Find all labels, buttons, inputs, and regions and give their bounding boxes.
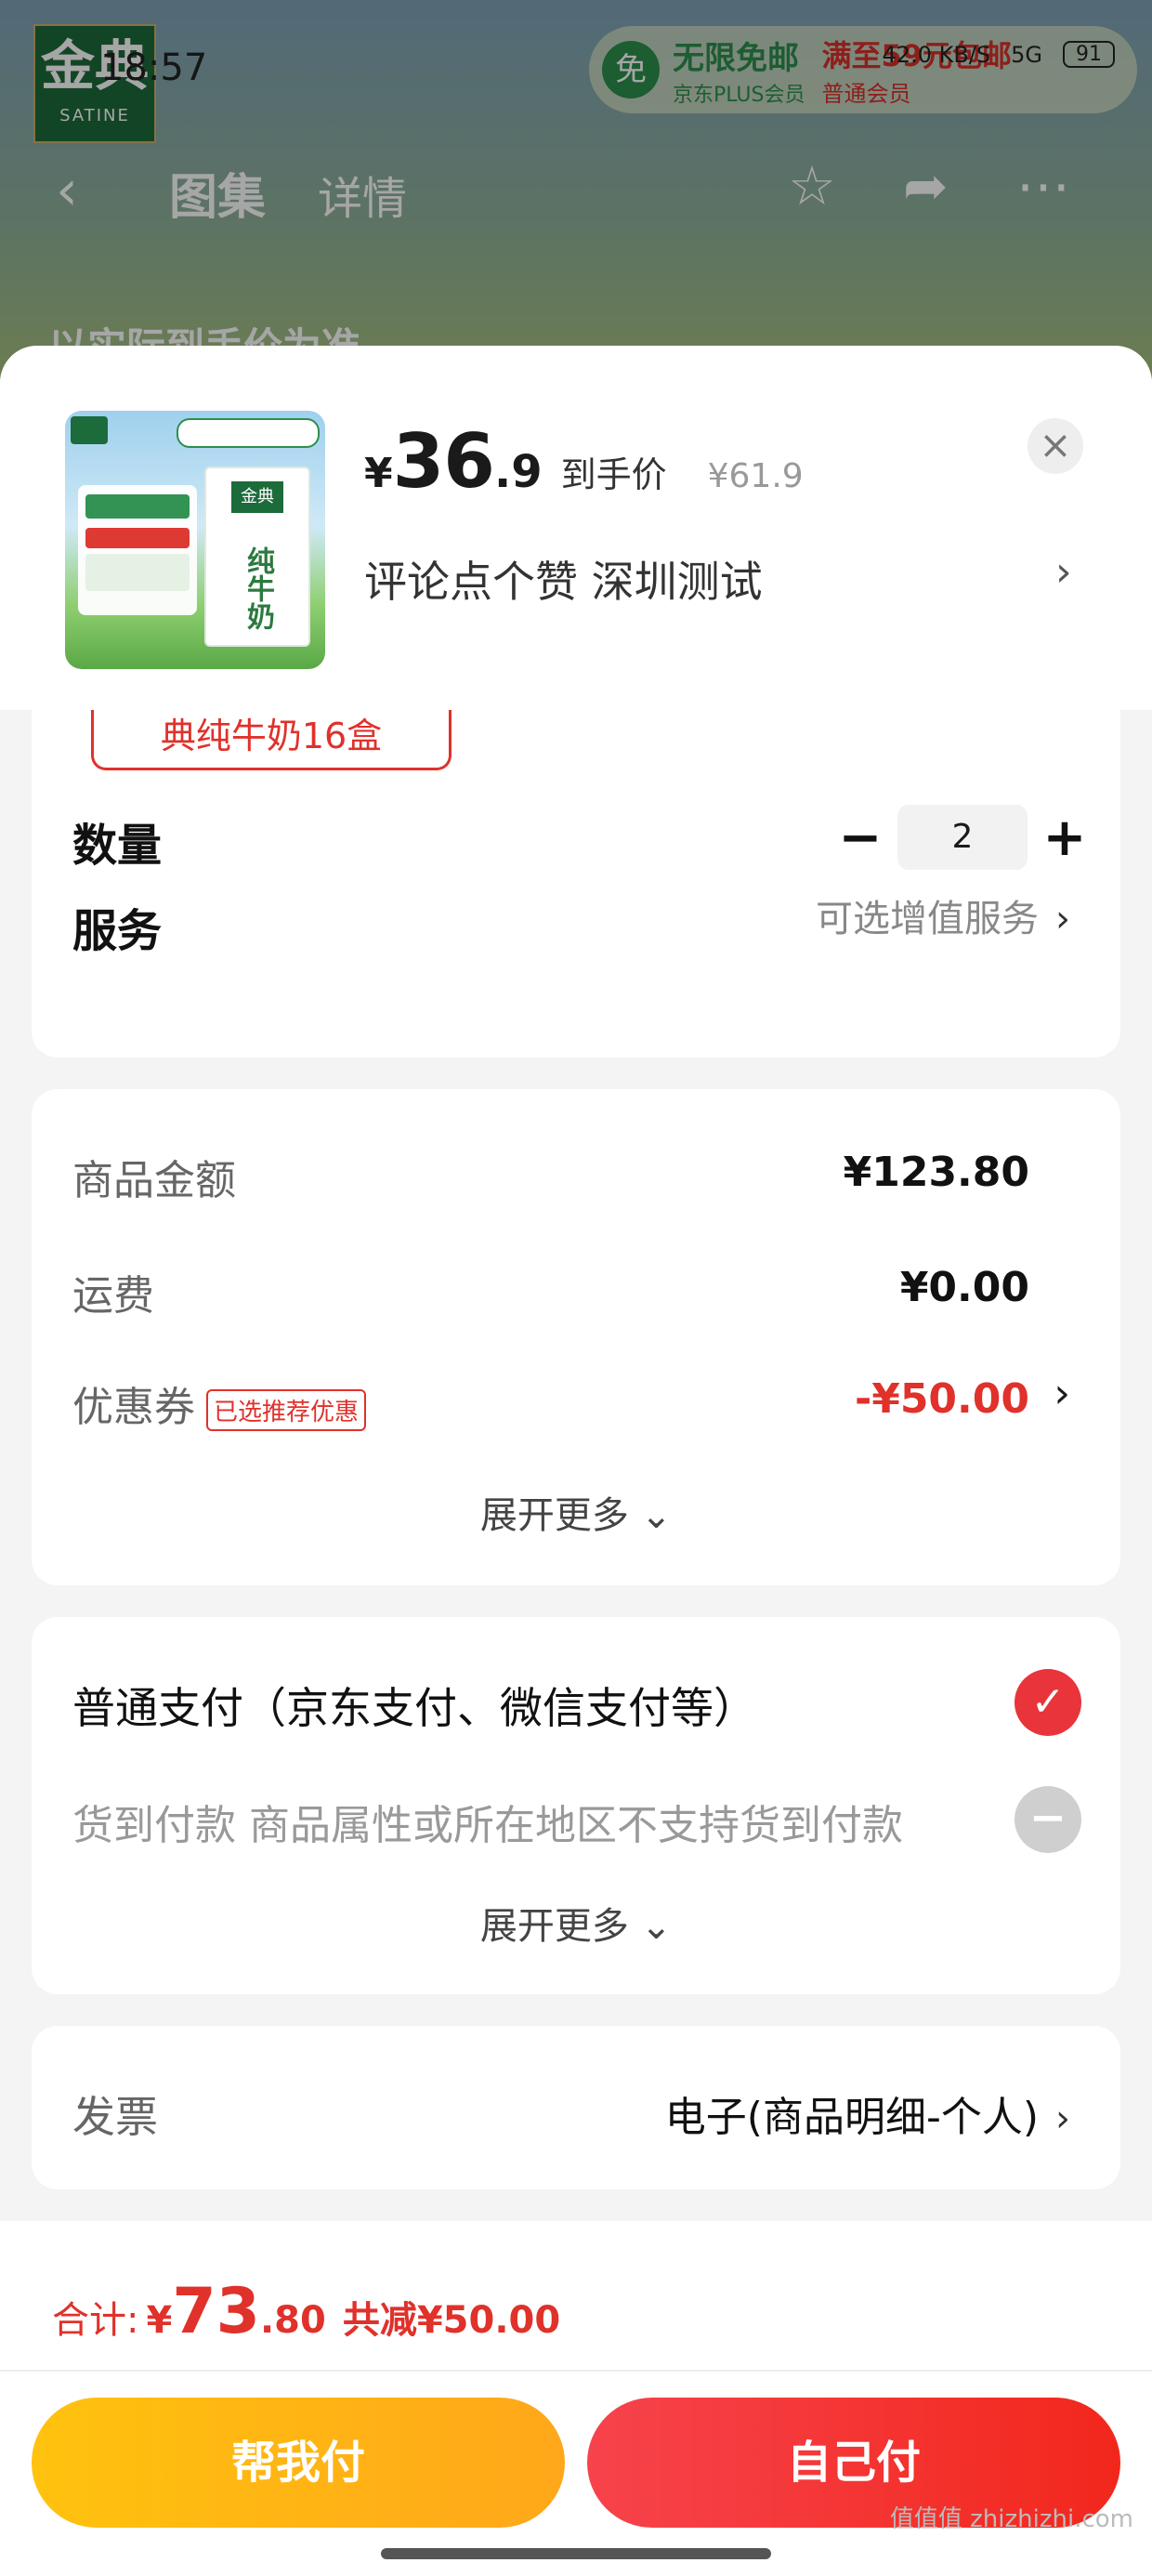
invoice-label: 发票 [72, 2092, 158, 2142]
total-line: 合计: ¥ 73 .80 共减¥50.00 [52, 2275, 560, 2348]
thumb-bar [85, 528, 190, 548]
payment-option-cod: 货到付款 商品属性或所在地区不支持货到付款 [72, 1802, 903, 1849]
goods-amount-value: ¥123.80 [843, 1149, 1029, 1196]
chevron-right-icon: › [1055, 898, 1070, 940]
selected-spec[interactable]: 评论点个赞 深圳测试 [364, 548, 763, 610]
dim-overlay[interactable] [0, 0, 1152, 390]
disabled-icon: − [1015, 1786, 1081, 1853]
goods-amount-label: 商品金额 [72, 1157, 236, 1204]
chevron-right-icon[interactable]: › [1055, 548, 1072, 596]
total-decimal: .80 [259, 2299, 326, 2342]
selection-card: 典纯牛奶16盒 数量 − 2 + 服务 可选增值服务 › [32, 710, 1120, 1058]
plus-button[interactable]: + [1028, 808, 1102, 868]
milk-box: 金典 纯牛奶 [204, 467, 310, 647]
original-price: ¥61.9 [707, 457, 804, 495]
product-header: 金典 纯牛奶 ¥ 36 .9 到手价 ¥61.9 × 评论点个赞 深圳测试 › [0, 346, 1152, 710]
thumb-bar [85, 494, 190, 519]
quantity-label: 数量 [72, 820, 163, 872]
payment-option-normal[interactable]: 普通支付（京东支付、微信支付等） [72, 1675, 756, 1736]
minus-button[interactable]: − [823, 808, 897, 868]
price-symbol: ¥ [364, 450, 393, 497]
chevron-right-icon[interactable]: › [1054, 1370, 1070, 1417]
shipping-label: 运费 [72, 1272, 154, 1320]
invoice-value: 电子(商品明细-个人) [664, 2094, 1039, 2141]
watermark: 值值值 zhizhizhi.com [889, 2505, 1133, 2533]
amount-summary-card: 商品金额 ¥123.80 运费 ¥0.00 优惠券 已选推荐优惠 -¥50.00 … [32, 1089, 1120, 1585]
total-label: 合计: [52, 2299, 139, 2342]
chevron-right-icon: › [1055, 2097, 1070, 2140]
divider [0, 2370, 1152, 2372]
chevron-down-icon: ⌄ [640, 1494, 673, 1537]
price-label: 到手价 [560, 454, 667, 495]
milk-box-label: 纯牛奶 [242, 546, 274, 630]
help-pay-button[interactable]: 帮我付 [32, 2398, 565, 2528]
milk-box-logo: 金典 [231, 481, 283, 513]
background-page: 金典 SATINE 18:57 免 无限免邮 京东PLUS会员 满至59元包邮 … [0, 0, 1152, 390]
home-indicator[interactable] [381, 2548, 771, 2559]
shipping-value: ¥0.00 [899, 1264, 1029, 1311]
thumb-panel [78, 485, 197, 615]
price-row: ¥ 36 .9 到手价 ¥61.9 [364, 418, 804, 505]
expand-more-label: 展开更多 [479, 1905, 629, 1948]
coupon-label: 优惠券 [72, 1384, 195, 1431]
checked-icon[interactable]: ✓ [1015, 1669, 1081, 1736]
price-decimal: .9 [493, 446, 543, 498]
thumb-logo [71, 416, 108, 444]
coupon-badge: 已选推荐优惠 [206, 1388, 367, 1431]
invoice-selector[interactable]: 电子(商品明细-个人) › [665, 2083, 1070, 2143]
spec-chip[interactable]: 典纯牛奶16盒 [91, 710, 452, 770]
expand-more-payment[interactable]: 展开更多 ⌄ [32, 1896, 1120, 1950]
quantity-stepper: − 2 + [823, 805, 1102, 870]
quantity-input[interactable]: 2 [897, 805, 1028, 870]
service-value: 可选增值服务 [816, 898, 1039, 940]
coupon-value[interactable]: -¥50.00 [855, 1375, 1029, 1423]
total-integer: 73 [172, 2275, 260, 2348]
coupon-row-label: 优惠券 已选推荐优惠 [72, 1373, 367, 1433]
thumb-bar [85, 554, 190, 591]
product-thumbnail[interactable]: 金典 纯牛奶 [65, 411, 325, 669]
price-integer: 36 [392, 418, 495, 505]
service-label: 服务 [72, 905, 163, 957]
payment-card: 普通支付（京东支付、微信支付等） ✓ 货到付款 商品属性或所在地区不支持货到付款… [32, 1617, 1120, 1994]
expand-more-label: 展开更多 [479, 1494, 629, 1537]
close-button[interactable]: × [1028, 418, 1083, 474]
thumb-tag [177, 418, 320, 448]
service-selector[interactable]: 可选增值服务 › [816, 888, 1070, 942]
total-symbol: ¥ [146, 2299, 173, 2342]
expand-more-summary[interactable]: 展开更多 ⌄ [32, 1485, 1120, 1539]
total-saved: 共减¥50.00 [342, 2299, 561, 2342]
invoice-card[interactable]: 发票 电子(商品明细-个人) › [32, 2026, 1120, 2189]
checkout-sheet: 金典 纯牛奶 ¥ 36 .9 到手价 ¥61.9 × 评论点个赞 深圳测试 › … [0, 346, 1152, 2576]
chevron-down-icon: ⌄ [640, 1905, 673, 1948]
close-icon: × [1039, 422, 1072, 467]
